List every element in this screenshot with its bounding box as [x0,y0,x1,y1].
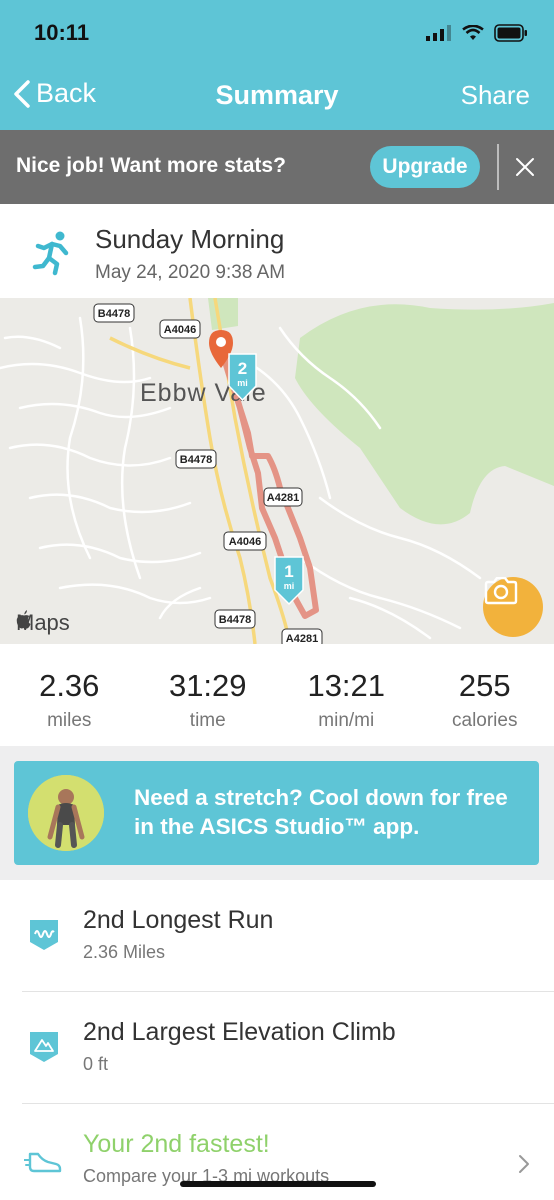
stat-value: 31:29 [168,668,247,703]
stat-time: 31:29 time [139,646,278,746]
signal-icon [426,25,451,41]
chevron-right-icon [519,1155,529,1173]
road-label: A4046 [223,531,267,551]
map-park-area [295,303,554,525]
stats-row: 2.36 miles 31:29 time 13:21 min/mi 255 c… [0,646,554,746]
maps-attribution: Maps [16,610,70,636]
shoe-icon [24,1152,62,1173]
road-label: B4478 [93,303,135,323]
close-icon[interactable] [512,154,538,180]
camera-icon [484,577,518,605]
map-canvas: B4478 A4046 B4478 A4281 A4046 B4478 A428… [0,298,554,644]
share-button[interactable]: Share [461,80,530,111]
svg-text:A4281: A4281 [286,633,318,644]
road-label: A4046 [159,319,201,339]
upgrade-banner: Nice job! Want more stats? Upgrade [0,130,554,204]
home-indicator [180,1181,376,1187]
camera-button[interactable] [483,577,543,637]
apple-logo-icon [16,610,31,629]
stat-distance: 2.36 miles [0,646,139,746]
road-label: B4478 [175,449,217,469]
upgrade-button[interactable]: Upgrade [370,146,480,188]
stat-label: min/mi [318,710,375,731]
achievement-title: Your 2nd fastest! [83,1130,270,1158]
achievement-row: 2nd Longest Run 2.36 Miles [0,880,554,992]
distance-badge-icon [30,920,58,950]
road-label: A4281 [263,487,303,507]
route-map[interactable]: B4478 A4046 B4478 A4281 A4046 B4478 A428… [0,298,554,644]
stat-label: time [189,710,226,731]
stat-value: 13:21 [307,668,386,703]
svg-text:2: 2 [238,359,247,378]
achievement-title: 2nd Longest Run [83,906,274,934]
svg-text:A4046: A4046 [229,536,261,548]
stat-label: miles [47,710,92,731]
elevation-badge-icon [30,1032,58,1062]
achievement-title: 2nd Largest Elevation Climb [83,1018,396,1046]
stat-pace: 13:21 min/mi [277,646,416,746]
activity-date: May 24, 2020 9:38 AM [95,262,286,283]
status-icons [426,24,528,42]
app-header: 10:11 Back Summary Share [0,0,554,130]
map-park-area-small [208,298,238,330]
banner-divider [497,144,499,190]
mile-marker-1: 1 mi [274,556,304,606]
achievement-row: 2nd Largest Elevation Climb 0 ft [0,992,554,1104]
stat-value: 2.36 [39,668,100,703]
stat-value: 255 [458,668,511,703]
svg-text:B4478: B4478 [219,614,251,626]
achievement-subtitle: 2.36 Miles [83,942,166,962]
promo-text: Need a stretch? Cool down for free in th… [134,785,508,839]
svg-text:A4046: A4046 [164,324,196,336]
road-label: B4478 [214,609,256,629]
asics-studio-promo[interactable]: Need a stretch? Cool down for free in th… [14,761,539,865]
promo-section: Need a stretch? Cool down for free in th… [0,746,554,880]
activity-title: Sunday Morning [95,224,285,254]
svg-text:A4281: A4281 [267,492,299,504]
stat-label: calories [452,710,518,731]
svg-text:B4478: B4478 [180,454,212,466]
svg-text:1: 1 [284,562,293,581]
stat-calories: 255 calories [416,646,554,746]
running-icon [32,231,69,276]
banner-message: Nice job! Want more stats? [16,154,286,177]
wifi-icon [462,25,484,40]
battery-icon [494,24,527,42]
achievement-subtitle: 0 ft [83,1054,109,1074]
svg-text:mi: mi [284,581,295,591]
svg-text:mi: mi [237,378,248,388]
activity-header: Sunday Morning May 24, 2020 9:38 AM [0,204,554,298]
stretch-image [28,775,104,851]
nav-bar: Back Summary Share [0,64,554,130]
road-label: A4281 [281,628,323,644]
stretching-person-icon [28,775,104,851]
svg-text:B4478: B4478 [98,308,130,320]
status-bar: 10:11 [0,0,554,64]
status-time: 10:11 [34,20,90,45]
